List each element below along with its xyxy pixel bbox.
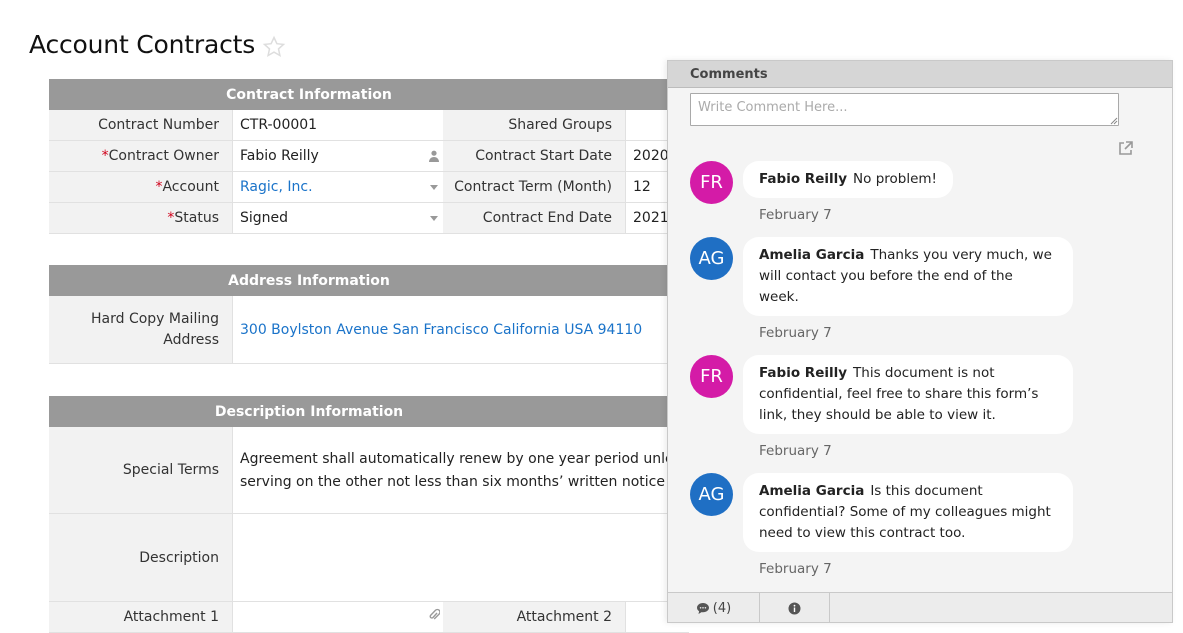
- comment-author[interactable]: Amelia Garcia: [759, 483, 864, 499]
- form-row: Description: [49, 514, 689, 602]
- comments-panel-title: Comments: [668, 61, 1172, 88]
- star-icon[interactable]: [262, 35, 286, 59]
- external-link-icon[interactable]: [1117, 140, 1134, 157]
- field-label-contract-end-date: Contract End Date: [443, 203, 626, 233]
- field-value-status[interactable]: Signed: [233, 203, 443, 233]
- field-label-contract-start-date: Contract Start Date: [443, 141, 626, 171]
- comment-bubble: Fabio Reilly No problem!: [743, 161, 953, 198]
- field-label-status: * Status: [49, 203, 233, 233]
- field-label-contract-number: Contract Number: [49, 110, 233, 140]
- page-title: Account Contracts: [29, 30, 256, 59]
- comment-item: FR Fabio Reilly No problem! February 7: [690, 161, 1090, 231]
- info-icon: [788, 602, 801, 614]
- person-icon[interactable]: [428, 150, 440, 162]
- field-value-contract-number[interactable]: CTR-00001: [233, 110, 443, 140]
- required-marker: *: [155, 179, 163, 195]
- comment-text: week.: [759, 289, 799, 305]
- label-line: Address: [163, 331, 219, 348]
- form-row: * Account Ragic, Inc. Contract Term (Mont…: [49, 172, 689, 203]
- comment-author[interactable]: Amelia Garcia: [759, 247, 864, 263]
- field-label-mailing-address: Hard Copy Mailing Address: [49, 296, 233, 363]
- resize-grip-icon[interactable]: [1110, 117, 1118, 125]
- comment-text: Thanks you very much, we: [870, 247, 1052, 263]
- comment-text: need to view this contract too.: [759, 525, 966, 541]
- field-label-text: Contract Owner: [108, 148, 219, 164]
- comments-tab-button[interactable]: (4): [668, 593, 760, 623]
- avatar[interactable]: FR: [690, 355, 733, 398]
- comment-text: Is this document: [870, 483, 983, 499]
- comment-item: AG Amelia Garcia Is this document confide…: [690, 473, 1090, 583]
- comment-item: FR Fabio Reilly This document is not conf…: [690, 355, 1090, 465]
- field-value-account[interactable]: Ragic, Inc.: [233, 172, 443, 202]
- comment-count: (4): [712, 600, 732, 616]
- comment-text: link, they should be able to view it.: [759, 407, 996, 423]
- form-row: Contract Number CTR-00001 Shared Groups: [49, 110, 689, 141]
- paperclip-icon[interactable]: [428, 608, 440, 622]
- required-marker: *: [167, 210, 175, 226]
- avatar[interactable]: AG: [690, 473, 733, 516]
- chevron-down-icon[interactable]: [430, 185, 438, 190]
- comment-icon: [696, 602, 709, 614]
- comment-bubble: Fabio Reilly This document is not confide…: [743, 355, 1073, 434]
- account-link[interactable]: Ragic, Inc.: [240, 179, 313, 195]
- comment-text: confidential, feel free to share this fo…: [759, 386, 1039, 402]
- comment-date: February 7: [759, 325, 832, 341]
- comments-panel-footer: (4): [668, 592, 1172, 623]
- contract-form: Contract Information Contract Number CTR…: [49, 79, 689, 633]
- field-value-mailing-address[interactable]: 300 Boylston Avenue San Francisco Califo…: [233, 296, 689, 363]
- required-marker: *: [101, 148, 109, 164]
- field-value-attachment1[interactable]: [233, 602, 443, 632]
- field-label-special-terms: Special Terms: [49, 427, 233, 513]
- comment-text: will contact you before the end of the: [759, 268, 1013, 284]
- form-row: * Status Signed Contract End Date 2021/: [49, 203, 689, 234]
- comment-item: AG Amelia Garcia Thanks you very much, we…: [690, 237, 1090, 347]
- form-row: Attachment 1 Attachment 2: [49, 602, 689, 633]
- field-label-description: Description: [49, 514, 233, 601]
- form-row: Hard Copy Mailing Address 300 Boylston A…: [49, 296, 689, 364]
- comment-bubble: Amelia Garcia Thanks you very much, we wi…: [743, 237, 1073, 316]
- section-header-address: Address Information: [49, 265, 689, 296]
- field-label-contract-term: Contract Term (Month): [443, 172, 626, 202]
- comment-text: This document is not: [853, 365, 995, 381]
- field-label-account: * Account: [49, 172, 233, 202]
- comment-date: February 7: [759, 561, 832, 577]
- comment-text: confidential? Some of my colleagues migh…: [759, 504, 1051, 520]
- form-row: Special Terms Agreement shall automatica…: [49, 427, 689, 514]
- label-line: Hard Copy Mailing: [90, 310, 219, 327]
- comments-panel: Comments FR Fabio Reilly No problem! Febr…: [667, 60, 1173, 623]
- section-header-description: Description Information: [49, 396, 689, 427]
- comment-input[interactable]: [690, 93, 1119, 126]
- avatar[interactable]: FR: [690, 161, 733, 204]
- field-label-contract-owner: * Contract Owner: [49, 141, 233, 171]
- comment-date: February 7: [759, 443, 832, 459]
- comment-author[interactable]: Fabio Reilly: [759, 171, 847, 187]
- text-line: serving on the other not less than six m…: [240, 474, 689, 490]
- field-label-text: Status: [174, 210, 219, 226]
- status-value: Signed: [240, 210, 289, 226]
- comment-text: No problem!: [853, 171, 937, 187]
- field-label-attachment2: Attachment 2: [443, 602, 626, 632]
- text-line: Agreement shall automatically renew by o…: [240, 451, 689, 467]
- comment-date: February 7: [759, 207, 832, 223]
- comment-author[interactable]: Fabio Reilly: [759, 365, 847, 381]
- avatar[interactable]: AG: [690, 237, 733, 280]
- owner-value: Fabio Reilly: [240, 148, 319, 164]
- comment-bubble: Amelia Garcia Is this document confidenti…: [743, 473, 1073, 552]
- field-value-description[interactable]: [233, 514, 689, 601]
- field-label-shared-groups: Shared Groups: [443, 110, 626, 140]
- form-row: * Contract Owner Fabio Reilly Contract St…: [49, 141, 689, 172]
- field-label-attachment1: Attachment 1: [49, 602, 233, 632]
- field-value-special-terms[interactable]: Agreement shall automatically renew by o…: [233, 427, 689, 513]
- field-value-contract-owner[interactable]: Fabio Reilly: [233, 141, 443, 171]
- section-header-contract: Contract Information: [49, 79, 689, 110]
- info-tab-button[interactable]: [760, 593, 830, 623]
- address-link[interactable]: 300 Boylston Avenue San Francisco Califo…: [240, 322, 642, 338]
- field-label-text: Account: [162, 179, 219, 195]
- chevron-down-icon[interactable]: [430, 216, 438, 221]
